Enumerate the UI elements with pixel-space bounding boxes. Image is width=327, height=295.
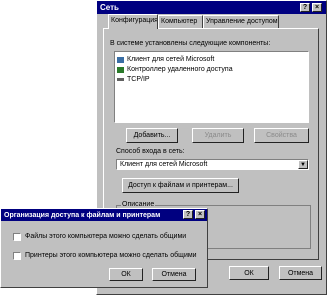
ok-button[interactable]: ОК	[229, 266, 269, 280]
sharing-cancel-button[interactable]: Отмена	[152, 268, 196, 281]
component-label: Клиент для сетей Microsoft	[127, 56, 215, 63]
list-item[interactable]: Клиент для сетей Microsoft	[117, 55, 214, 64]
tab-access-control[interactable]: Управление доступом	[203, 15, 279, 29]
network-title: Сеть	[100, 3, 119, 12]
sharing-dialog: Организация доступа к файлам и принтерам…	[0, 208, 208, 288]
sharing-title: Организация доступа к файлам и принтерам	[4, 211, 161, 219]
properties-button[interactable]: Свойства	[254, 128, 309, 143]
tab-computer[interactable]: Компьютер	[158, 15, 203, 29]
list-item[interactable]: Контроллер удаленного доступа	[117, 65, 233, 74]
network-client-icon	[117, 56, 124, 63]
logon-label: Способ входа в сеть:	[116, 148, 185, 155]
sharing-ok-button[interactable]: ОК	[109, 268, 143, 281]
list-item[interactable]: TCP/IP	[117, 75, 150, 84]
logon-select[interactable]: Клиент для сетей Microsoft ▼	[116, 159, 309, 170]
file-print-sharing-button[interactable]: Доступ к файлам и принтерам...	[122, 178, 239, 193]
help-icon[interactable]: ?	[300, 3, 310, 12]
network-adapter-icon	[117, 66, 124, 73]
share-printers-label[interactable]: Принтеры этого компьютера можно сделать …	[25, 252, 197, 259]
network-titlebar[interactable]: Сеть	[97, 1, 326, 14]
close-icon[interactable]: ×	[312, 3, 322, 12]
logon-value: Клиент для сетей Microsoft	[120, 161, 208, 168]
components-list[interactable]: Клиент для сетей Microsoft Контроллер уд…	[114, 51, 309, 123]
cancel-button[interactable]: Отмена	[279, 266, 322, 280]
description-label: Описание	[121, 201, 156, 208]
chevron-down-icon[interactable]: ▼	[298, 160, 308, 169]
component-label: TCP/IP	[127, 76, 150, 83]
components-label: В системе установлены следующие компонен…	[110, 40, 271, 47]
remove-button[interactable]: Удалить	[192, 128, 244, 143]
close-icon[interactable]: ×	[195, 210, 205, 219]
component-label: Контроллер удаленного доступа	[127, 66, 233, 73]
tab-configuration[interactable]: Конфигурация	[108, 14, 158, 29]
protocol-icon	[117, 78, 124, 81]
help-icon[interactable]: ?	[183, 210, 193, 219]
sharing-titlebar[interactable]: Организация доступа к файлам и принтерам	[1, 209, 207, 221]
share-files-checkbox[interactable]	[13, 233, 21, 241]
add-button[interactable]: Добавить...	[126, 128, 178, 143]
share-files-label[interactable]: Файлы этого компьютера можно сделать общ…	[25, 233, 186, 240]
share-printers-checkbox[interactable]	[13, 252, 21, 260]
